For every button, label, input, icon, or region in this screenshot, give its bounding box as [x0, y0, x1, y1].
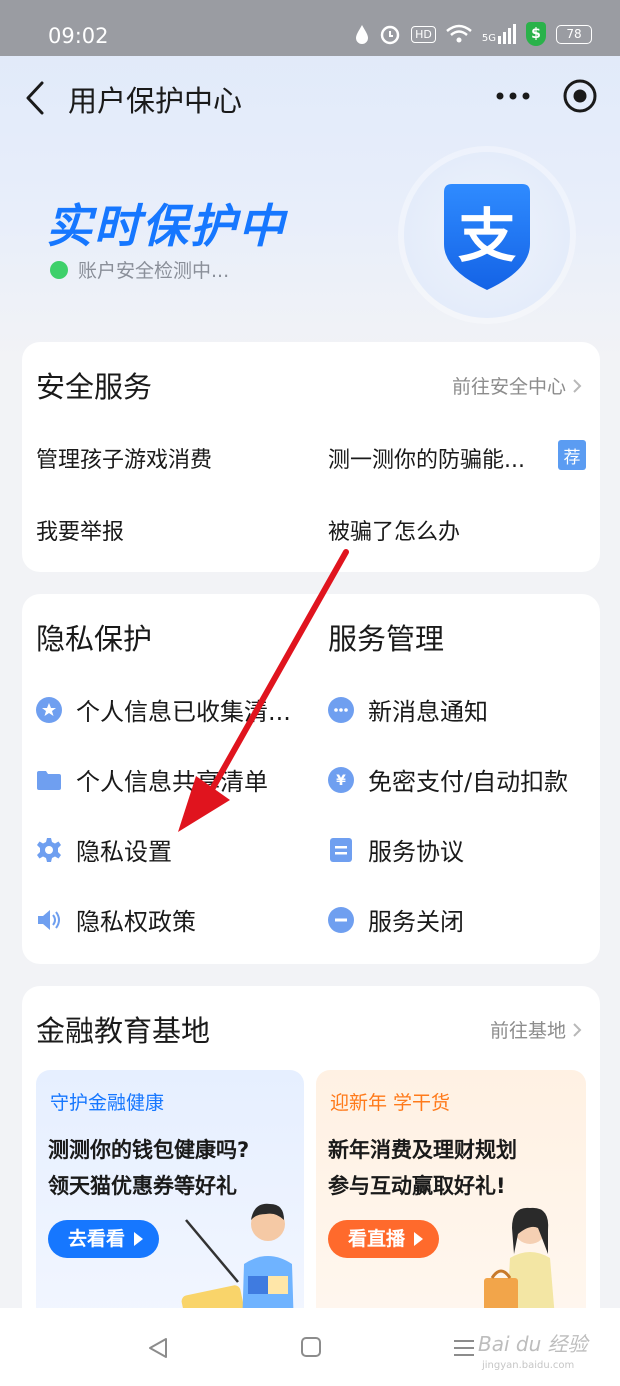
alarm-icon	[380, 25, 400, 45]
svg-text:¥: ¥	[336, 773, 346, 789]
privacy-item-settings[interactable]: 隐私设置	[36, 832, 172, 867]
service-item-label: 免密支付/自动扣款	[368, 768, 569, 796]
privacy-service-card: 隐私保护 服务管理 个人信息已收集清... 个人信息共享清单 隐私设置 隐私权政…	[22, 594, 600, 964]
nav-home-icon[interactable]	[300, 1336, 322, 1358]
go-security-center-link[interactable]: 前往安全中心	[452, 372, 582, 399]
chevron-right-icon	[573, 378, 582, 393]
star-icon	[36, 696, 62, 723]
battery-icon: 78	[556, 24, 592, 44]
wifi-icon	[446, 24, 472, 43]
hd-badge: HD	[411, 25, 436, 43]
promo-card-financial-health[interactable]: 守护金融健康 测测你的钱包健康吗? 领天猫优惠券等好礼 去看看	[36, 1070, 304, 1326]
status-time: 09:02	[48, 24, 109, 48]
promo-headline: 新年消费及理财规划	[328, 1138, 517, 1162]
service-title: 服务管理	[328, 622, 445, 656]
status-bar: 09:02 HD 5G $ 78	[0, 0, 620, 56]
service-item-close[interactable]: 服务关闭	[328, 902, 464, 937]
presenter-illustration	[484, 1207, 556, 1326]
nav-back-icon[interactable]	[146, 1336, 170, 1360]
hero-status: 账户安全检测中...	[50, 256, 229, 283]
privacy-item-policy[interactable]: 隐私权政策	[36, 902, 196, 937]
water-drop-icon	[356, 25, 369, 44]
signal-label: 5G	[481, 33, 496, 44]
document-icon	[330, 837, 352, 862]
service-item-notifications[interactable]: 新消息通知	[328, 692, 488, 727]
privacy-title: 隐私保护	[36, 622, 153, 656]
promo-tag: 守护金融健康	[50, 1092, 165, 1114]
promo-card-new-year-live[interactable]: 迎新年 学干货 新年消费及理财规划 参与互动赢取好礼! 看直播	[316, 1070, 586, 1326]
signal-icon: 5G	[482, 24, 516, 44]
watch-live-label: 看直播	[348, 1228, 406, 1250]
speaker-icon	[38, 909, 60, 930]
nav-bar: 用户保护中心	[0, 56, 620, 140]
status-dot	[50, 260, 68, 279]
service-item-label: 服务关闭	[368, 908, 464, 936]
privacy-item-label: 隐私设置	[76, 838, 172, 866]
hero-title: 实时保护中	[46, 199, 286, 253]
service-item-label: 服务协议	[368, 838, 464, 866]
chat-bubble-icon	[328, 696, 354, 723]
service-item-agreement[interactable]: 服务协议	[328, 832, 464, 867]
logo-char: 支	[458, 202, 516, 270]
privacy-item-label: 隐私权政策	[76, 908, 196, 936]
page-title: 用户保护中心	[68, 84, 243, 118]
gear-icon	[37, 837, 61, 862]
security-card-title: 安全服务	[36, 370, 153, 404]
recommend-badge: 荐	[558, 440, 586, 470]
hero-status-text: 账户安全检测中...	[78, 260, 230, 282]
security-item-report[interactable]: 我要举报	[36, 514, 124, 546]
privacy-item-collected-info[interactable]: 个人信息已收集清...	[36, 692, 291, 727]
go-base-label: 前往基地	[489, 1020, 566, 1042]
yen-icon: ¥	[328, 766, 354, 793]
watermark-url: jingyan.baidu.com	[482, 1360, 575, 1371]
go-security-center-label: 前往安全中心	[451, 376, 566, 398]
privacy-item-label: 个人信息已收集清...	[76, 698, 291, 726]
teacher-illustration	[181, 1203, 294, 1326]
promo-headline: 测测你的钱包健康吗?	[48, 1138, 250, 1162]
back-arrow-icon[interactable]	[20, 80, 52, 116]
go-base-link[interactable]: 前往基地	[490, 1016, 582, 1043]
security-item-scammed-help[interactable]: 被骗了怎么办	[328, 514, 460, 546]
minus-circle-icon	[328, 906, 354, 933]
service-item-auto-pay[interactable]: ¥ 免密支付/自动扣款	[328, 762, 568, 797]
service-item-label: 新消息通知	[368, 698, 488, 726]
status-icons: HD 5G $ 78	[355, 22, 592, 46]
go-see-label: 去看看	[68, 1228, 126, 1250]
privacy-item-label: 个人信息共享清单	[76, 768, 268, 796]
security-service-card: 安全服务 前往安全中心 管理孩子游戏消费 测一测你的防骗能... 荐 我要举报 …	[22, 342, 600, 572]
go-see-button[interactable]: 去看看	[48, 1220, 160, 1258]
finance-education-card: 金融教育基地 前往基地 守护金融健康 测测你的钱包健康吗? 领天猫优惠券等好礼 …	[22, 986, 600, 1326]
chevron-right-icon	[573, 1022, 582, 1037]
security-shield-icon: $	[526, 22, 546, 46]
promo-subline: 参与互动赢取好礼!	[328, 1174, 506, 1198]
promo-tag: 迎新年 学干货	[330, 1092, 451, 1114]
alipay-shield-logo: 支	[444, 184, 530, 290]
finance-title: 金融教育基地	[36, 1014, 211, 1048]
mini-program-close-icon[interactable]	[562, 78, 598, 114]
security-item-child-game[interactable]: 管理孩子游戏消费	[36, 442, 212, 474]
watch-live-button[interactable]: 看直播	[328, 1220, 440, 1258]
privacy-item-shared-list[interactable]: 个人信息共享清单	[36, 762, 268, 797]
security-item-fraud-test[interactable]: 测一测你的防骗能...	[328, 442, 525, 474]
folder-icon	[37, 770, 61, 790]
more-options-icon[interactable]	[494, 84, 532, 108]
watermark-logo: Bai du 经验	[478, 1332, 588, 1356]
nav-menu-icon[interactable]	[452, 1338, 476, 1358]
